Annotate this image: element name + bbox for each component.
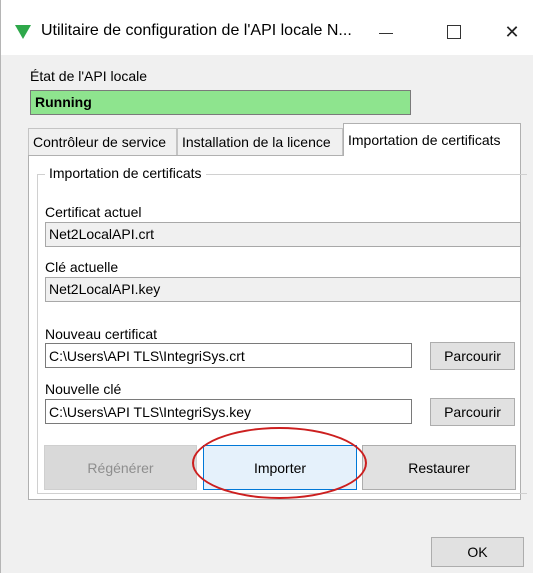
api-state-label: État de l'API locale — [30, 68, 148, 84]
tab-certificate-import[interactable]: Importation de certificats — [343, 123, 521, 156]
window-title: Utilitaire de configuration de l'API loc… — [41, 22, 352, 39]
config-utility-window: Utilitaire de configuration de l'API loc… — [0, 0, 533, 573]
title-bar[interactable]: Utilitaire de configuration de l'API loc… — [1, 0, 533, 55]
browse-certificate-button[interactable]: Parcourir — [430, 342, 515, 370]
new-certificate-input[interactable] — [45, 343, 412, 368]
maximize-button[interactable] — [431, 14, 477, 50]
regenerate-button[interactable]: Régénérer — [44, 445, 197, 490]
current-certificate-label: Certificat actuel — [45, 204, 142, 220]
tab-license-installation[interactable]: Installation de la licence — [177, 128, 343, 155]
restore-button[interactable]: Restaurer — [362, 445, 516, 490]
browse-key-button[interactable]: Parcourir — [430, 398, 515, 426]
close-icon: ✕ — [504, 21, 520, 43]
current-key-field: Net2LocalAPI.key — [45, 277, 521, 302]
group-title: Importation de certificats — [45, 165, 206, 181]
app-triangle-icon — [15, 25, 31, 39]
current-certificate-field: Net2LocalAPI.crt — [45, 222, 521, 247]
import-button[interactable]: Importer — [203, 445, 357, 490]
minimize-icon — [379, 32, 393, 34]
close-button[interactable]: ✕ — [489, 14, 533, 50]
tab-service-controller[interactable]: Contrôleur de service — [28, 128, 177, 155]
current-key-label: Clé actuelle — [45, 259, 119, 275]
new-certificate-label: Nouveau certificat — [45, 326, 158, 342]
maximize-icon — [447, 25, 461, 39]
minimize-button[interactable] — [363, 14, 409, 50]
new-key-input[interactable] — [45, 399, 412, 424]
api-state-status: Running — [30, 90, 411, 115]
ok-button[interactable]: OK — [431, 537, 524, 567]
new-key-label: Nouvelle clé — [45, 381, 122, 397]
